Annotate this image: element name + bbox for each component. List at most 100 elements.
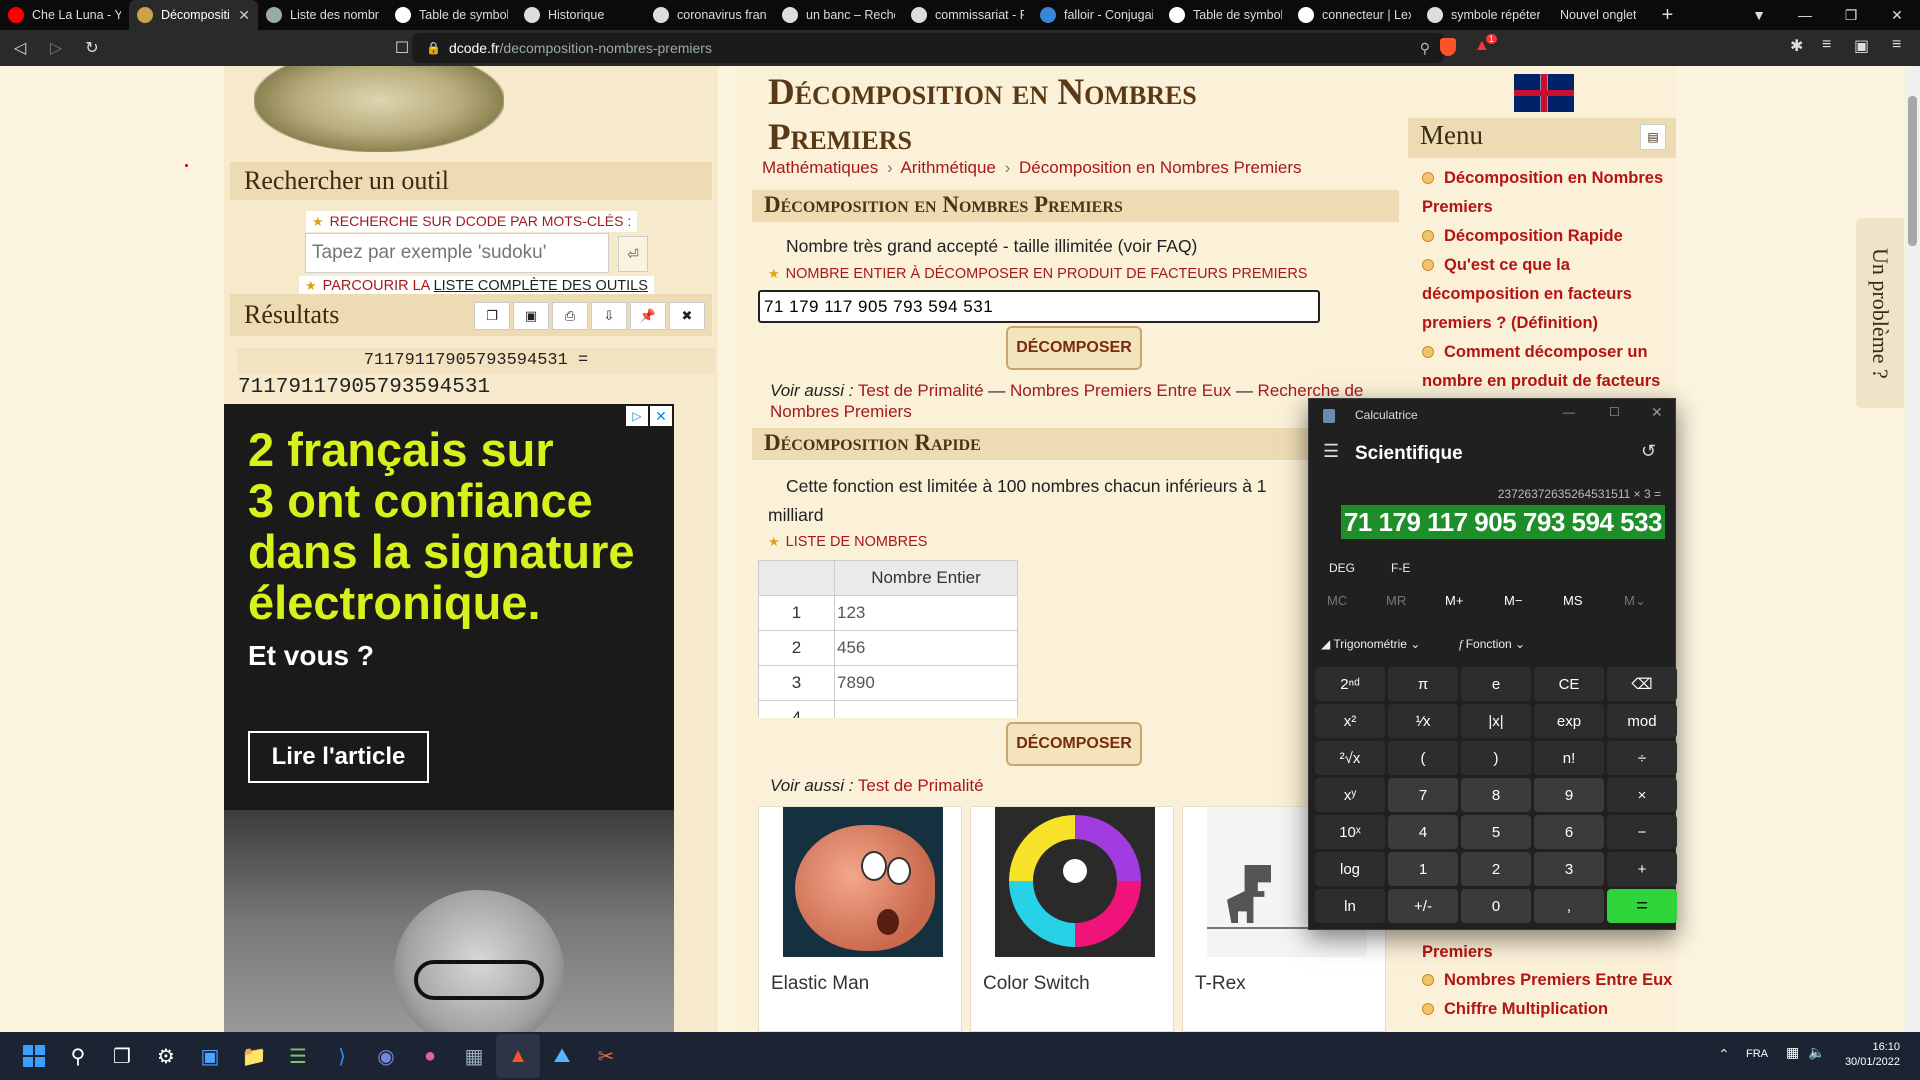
game-card-elastic-man[interactable]: Elastic Man: [758, 806, 962, 1032]
playlist-icon[interactable]: ≡: [1822, 36, 1831, 54]
row-value-cell[interactable]: 7890: [834, 665, 1018, 701]
calc-trig-dropdown[interactable]: ◢ Trigonométrie ⌄: [1321, 637, 1420, 651]
calc-key[interactable]: exp: [1534, 704, 1604, 738]
page-scrollbar[interactable]: [1905, 66, 1920, 1032]
browser-tab[interactable]: Nouvel onglet: [1548, 0, 1648, 30]
link-test-primalite[interactable]: Test de Primalité: [858, 381, 984, 400]
calc-key[interactable]: 3: [1534, 852, 1604, 886]
calc-deg-button[interactable]: DEG: [1329, 561, 1355, 575]
calc-key[interactable]: ln: [1315, 889, 1385, 923]
extensions-icon[interactable]: ✱: [1790, 36, 1803, 56]
profile-menu-icon[interactable]: ▼: [1736, 0, 1782, 30]
decompose-button-2[interactable]: DÉCOMPOSER: [1006, 722, 1142, 766]
decompose-button[interactable]: DÉCOMPOSER: [1006, 326, 1142, 370]
brave-taskbar-icon[interactable]: ▲: [496, 1034, 540, 1078]
close-tab-icon[interactable]: ✕: [238, 7, 250, 24]
clock[interactable]: 16:10 30/01/2022: [1840, 1040, 1900, 1070]
close-results-icon[interactable]: ✖: [669, 302, 705, 330]
reload-icon[interactable]: ↻: [76, 32, 108, 64]
file-explorer-icon[interactable]: 📁: [232, 1034, 276, 1078]
new-tab-button[interactable]: +: [1652, 4, 1682, 27]
wallet-icon[interactable]: ▣: [1854, 36, 1869, 56]
calc-key[interactable]: 6: [1534, 815, 1604, 849]
menu-item[interactable]: Comment décomposer un nombre en produit …: [1422, 338, 1674, 396]
calc-key[interactable]: ): [1461, 741, 1531, 775]
result-expression[interactable]: 71179117905793594531 =: [364, 351, 588, 370]
browser-tab[interactable]: falloir - Conjugai: [1032, 0, 1161, 30]
calc-memory-button[interactable]: M⌄: [1624, 593, 1646, 609]
calc-key[interactable]: ¹⁄x: [1388, 704, 1458, 738]
close-icon[interactable]: ✕: [1874, 0, 1920, 30]
calc-key[interactable]: π: [1388, 667, 1458, 701]
game-card-color-switch[interactable]: Color Switch: [970, 806, 1174, 1032]
restore-icon[interactable]: ❐: [1828, 0, 1874, 30]
windows-start-icon[interactable]: [12, 1034, 56, 1078]
menu-item[interactable]: Chiffre Multiplication: [1422, 995, 1692, 1024]
breadcrumb-arithmetique[interactable]: Arithmétique: [900, 158, 995, 177]
calc-key[interactable]: ²√x: [1315, 741, 1385, 775]
game-title-elastic-man[interactable]: Elastic Man: [771, 973, 869, 995]
browser-tab[interactable]: Décompositi ✕: [129, 0, 258, 30]
url-field[interactable]: 🔒 dcode.fr/decomposition-nombres-premier…: [412, 33, 1444, 63]
calc-key[interactable]: =: [1607, 889, 1677, 923]
english-flag-icon[interactable]: [1514, 74, 1574, 112]
number-input[interactable]: [758, 290, 1320, 323]
forward-icon[interactable]: ▷: [40, 32, 72, 64]
calc-key[interactable]: 4: [1388, 815, 1458, 849]
browser-tab[interactable]: un banc – Recher: [774, 0, 903, 30]
menu-item[interactable]: Qu'est ce que la décomposition en facteu…: [1422, 251, 1674, 338]
calc-key[interactable]: (: [1388, 741, 1458, 775]
browser-tab[interactable]: Liste des nombre: [258, 0, 387, 30]
row-value-cell[interactable]: 456: [834, 630, 1018, 666]
ad-choices-icon[interactable]: ▷: [626, 406, 648, 426]
browser-tab[interactable]: connecteur | Lex: [1290, 0, 1419, 30]
calc-key[interactable]: −: [1607, 815, 1677, 849]
link-premiers-entre-eux[interactable]: Nombres Premiers Entre Eux: [1010, 381, 1231, 400]
calculator-window[interactable]: Calculatrice — ☐ ✕ ☰ Scientifique ↺ 2372…: [1308, 398, 1677, 930]
minimize-icon[interactable]: —: [1782, 0, 1828, 30]
calc-memory-button[interactable]: MS: [1563, 593, 1583, 608]
calc-key[interactable]: +/-: [1388, 889, 1458, 923]
photos-icon[interactable]: ⛰: [540, 1034, 584, 1078]
menu-item[interactable]: Décomposition en Nombres Premiers: [1422, 164, 1674, 222]
calc-fe-button[interactable]: F-E: [1391, 561, 1410, 575]
calc-key[interactable]: 5: [1461, 815, 1531, 849]
discord-icon[interactable]: ◉: [364, 1034, 408, 1078]
calc-key[interactable]: 2: [1461, 852, 1531, 886]
ad-read-article-button[interactable]: Lire l'article: [248, 731, 429, 783]
full-tools-list-link[interactable]: LISTE COMPLÈTE DES OUTILS: [434, 278, 648, 294]
settings-icon[interactable]: ⚙: [144, 1034, 188, 1078]
calc-history-icon[interactable]: ↺: [1641, 441, 1656, 462]
menu-collapse-icon[interactable]: ▤: [1640, 124, 1666, 150]
zoom-icon[interactable]: ⚲: [1420, 40, 1430, 57]
calc-key[interactable]: ,: [1534, 889, 1604, 923]
calc-key[interactable]: ⌫: [1607, 667, 1677, 701]
link-test-primalite-2[interactable]: Test de Primalité: [858, 776, 984, 795]
browser-menu-icon[interactable]: ≡: [1892, 36, 1901, 54]
print-icon[interactable]: ⎙: [552, 302, 588, 330]
calc-key[interactable]: |x|: [1461, 704, 1531, 738]
download-icon[interactable]: ⇩: [591, 302, 627, 330]
screenshot-icon[interactable]: ▣: [513, 302, 549, 330]
volume-icon[interactable]: 🔈: [1808, 1044, 1825, 1061]
brave-shield-icon[interactable]: [1440, 38, 1456, 56]
menu-item-partial[interactable]: Premiers: [1422, 938, 1493, 967]
task-view-icon[interactable]: ❐: [100, 1034, 144, 1078]
calc-key[interactable]: 2ⁿᵈ: [1315, 667, 1385, 701]
game-title-color-switch[interactable]: Color Switch: [983, 973, 1090, 995]
calc-key[interactable]: 1: [1388, 852, 1458, 886]
calc-key[interactable]: x²: [1315, 704, 1385, 738]
calc-minimize-icon[interactable]: —: [1563, 405, 1575, 419]
network-icon[interactable]: ▦: [1786, 1044, 1799, 1061]
calc-display[interactable]: 71 179 117 905 793 594 533: [1340, 505, 1665, 539]
copy-icon[interactable]: ❐: [474, 302, 510, 330]
layers-app-icon[interactable]: ☰: [276, 1034, 320, 1078]
calc-maximize-icon[interactable]: ☐: [1609, 405, 1620, 419]
calc-menu-icon[interactable]: ☰: [1323, 441, 1339, 462]
menu-item[interactable]: Nombres Premiers Entre Eux: [1422, 966, 1692, 995]
vscode-icon[interactable]: ⟩: [320, 1034, 364, 1078]
language-indicator[interactable]: FRA: [1746, 1048, 1768, 1060]
search-icon[interactable]: ⚲: [56, 1034, 100, 1078]
browser-tab[interactable]: Table de symbole: [387, 0, 516, 30]
breadcrumb-mathematiques[interactable]: Mathématiques: [762, 158, 878, 177]
